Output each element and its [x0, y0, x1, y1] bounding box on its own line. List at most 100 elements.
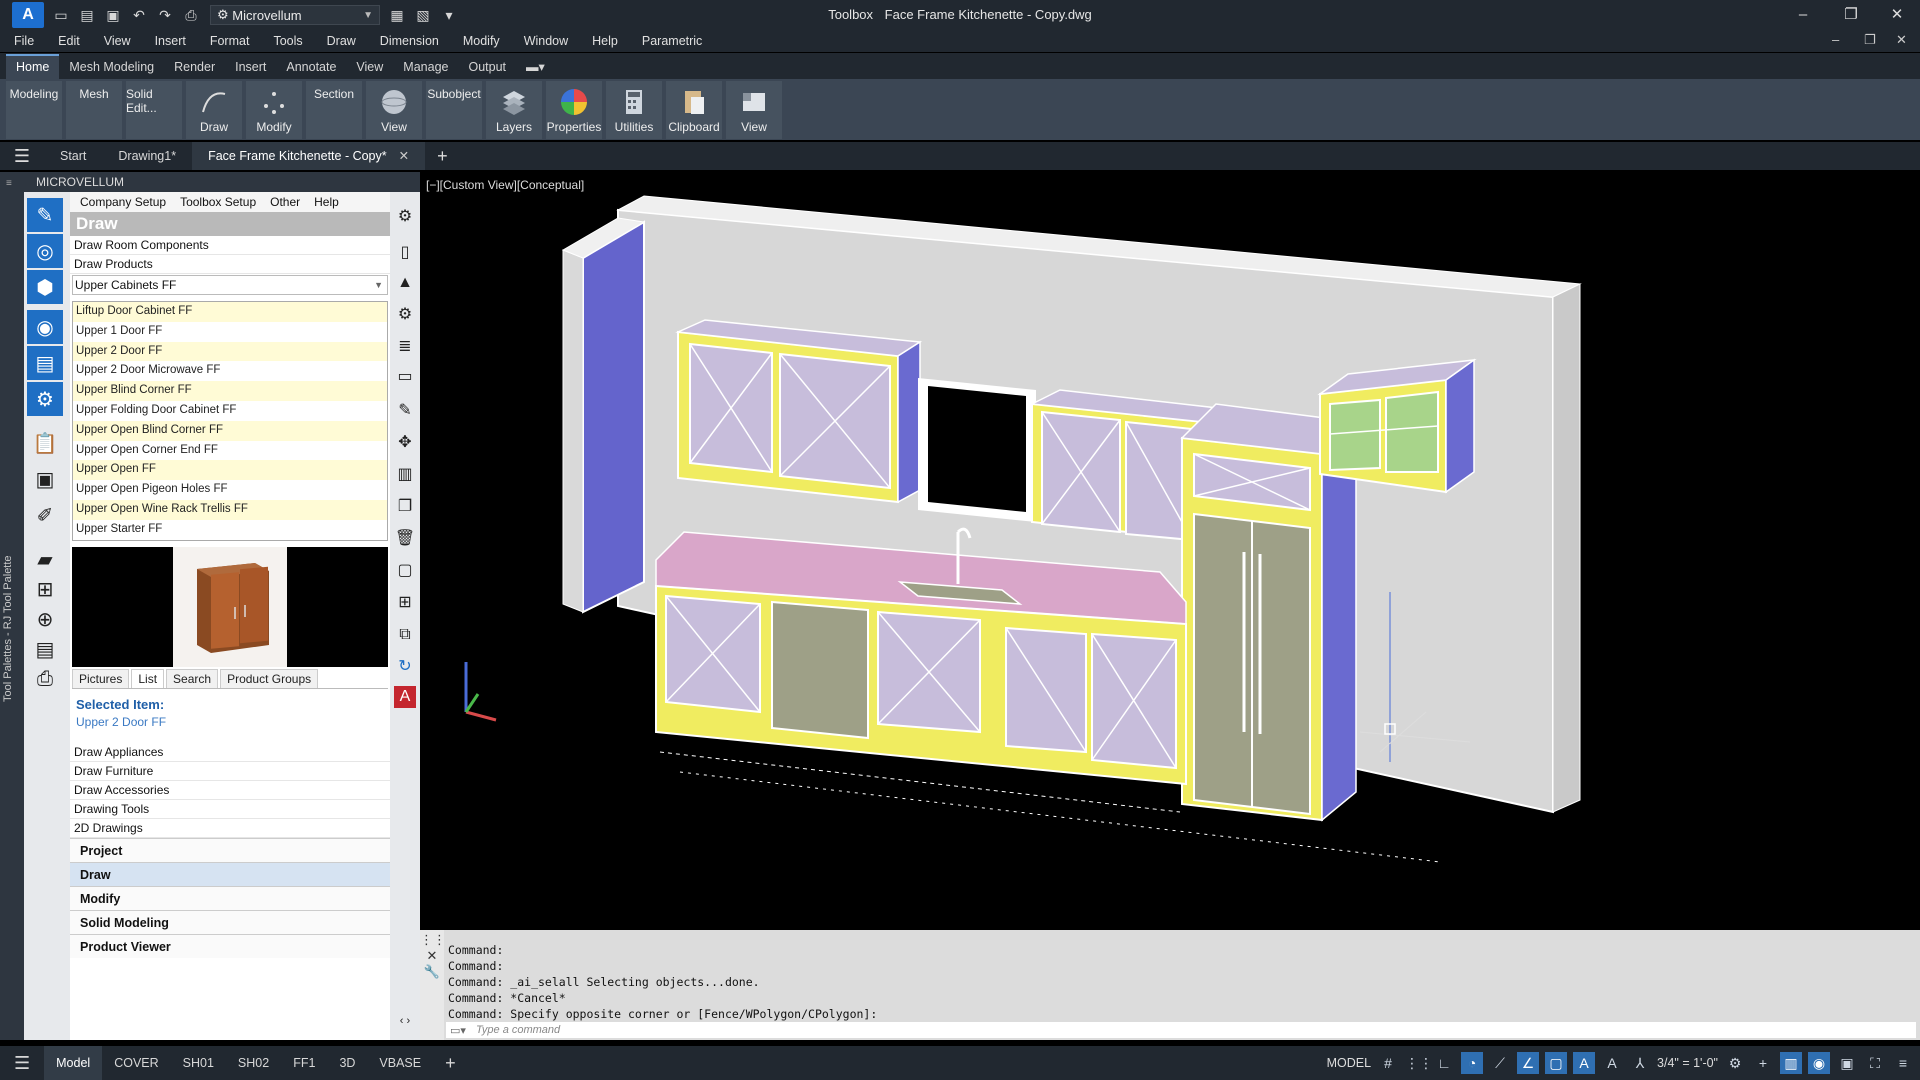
- command-line-handle[interactable]: ⋮⋮ ✕ 🔧: [420, 930, 446, 1040]
- object-snap-icon[interactable]: ▢: [1545, 1052, 1568, 1074]
- doc-restore-icon[interactable]: ❐: [1864, 32, 1876, 48]
- document-icon[interactable]: ▯: [394, 242, 416, 264]
- ribbon-properties-button[interactable]: Properties: [546, 81, 602, 139]
- layout-icon[interactable]: ▥: [394, 464, 416, 486]
- app-logo-icon[interactable]: A: [12, 2, 44, 28]
- list-item[interactable]: Upper Starter FF: [73, 519, 387, 540]
- view-controls-label[interactable]: [−][Custom View][Conceptual]: [426, 178, 584, 192]
- menu-other[interactable]: Other: [270, 195, 300, 209]
- refresh-icon[interactable]: ↻: [394, 656, 416, 678]
- doc-tab-drawing1[interactable]: Drawing1*: [102, 142, 192, 170]
- pdf-icon[interactable]: A: [394, 686, 416, 708]
- page-icon[interactable]: ▭: [394, 366, 416, 388]
- draw-appliances-link[interactable]: Draw Appliances: [70, 743, 390, 762]
- menu-file[interactable]: File: [14, 34, 34, 48]
- command-input[interactable]: ▭▾ Type a command: [446, 1022, 1916, 1038]
- menu-format[interactable]: Format: [210, 34, 250, 48]
- layout-tab-sh02[interactable]: SH02: [226, 1046, 281, 1080]
- clean-screen-icon[interactable]: ⛶: [1864, 1052, 1886, 1074]
- pen-icon[interactable]: ✎: [394, 400, 416, 422]
- product-category-dropdown[interactable]: Upper Cabinets FF ▼: [72, 275, 388, 295]
- clipboard-list-icon[interactable]: 📋: [27, 426, 63, 460]
- snap-icon[interactable]: ⋮⋮: [1405, 1052, 1433, 1074]
- menu-palette-help[interactable]: Help: [314, 195, 339, 209]
- settings-cog-icon[interactable]: ⚙: [394, 304, 416, 326]
- printer-icon[interactable]: ⎙: [27, 662, 63, 696]
- menu-view[interactable]: View: [104, 34, 131, 48]
- command-prompt-icon[interactable]: ▭▾: [446, 1024, 476, 1037]
- close-tab-icon[interactable]: ✕: [399, 149, 409, 163]
- menu-toolbox-setup[interactable]: Toolbox Setup: [180, 195, 256, 209]
- draw-furniture-link[interactable]: Draw Furniture: [70, 762, 390, 781]
- ribbon-modify-button[interactable]: Modify: [246, 81, 302, 139]
- ribbon-tab-annotate[interactable]: Annotate: [276, 56, 346, 79]
- annotation-visibility-icon[interactable]: A: [1573, 1052, 1596, 1074]
- list-item[interactable]: Upper Open FF: [73, 460, 387, 481]
- annotation-scale-icon[interactable]: ⅄: [1629, 1052, 1651, 1074]
- doc-tab-face-frame[interactable]: Face Frame Kitchenette - Copy* ✕: [192, 142, 426, 170]
- ribbon-tab-render[interactable]: Render: [164, 56, 225, 79]
- add-layout-plus-icon[interactable]: +: [433, 1046, 468, 1080]
- publish-icon[interactable]: ▧: [414, 6, 432, 24]
- grip-icon[interactable]: ⋮⋮: [420, 932, 446, 948]
- menu-tools[interactable]: Tools: [273, 34, 302, 48]
- section-project[interactable]: Project: [70, 838, 390, 862]
- workspace-select[interactable]: ⚙ Microvellum ▼: [210, 5, 380, 25]
- spiral-icon[interactable]: ◎: [27, 234, 63, 268]
- ribbon-tab-home[interactable]: Home: [6, 54, 60, 79]
- list-icon[interactable]: ≣: [394, 336, 416, 358]
- menu-company-setup[interactable]: Company Setup: [80, 195, 166, 209]
- tree-icon[interactable]: ⊞: [27, 572, 63, 606]
- undo-icon[interactable]: ↶: [130, 6, 148, 24]
- ribbon-tab-output[interactable]: Output: [458, 56, 516, 79]
- ribbon-draw-button[interactable]: Draw: [186, 81, 242, 139]
- close-command-icon[interactable]: ✕: [420, 948, 444, 964]
- draw-room-components-link[interactable]: Draw Room Components: [70, 236, 390, 255]
- minimize-window-icon[interactable]: –: [1786, 4, 1820, 26]
- close-window-icon[interactable]: ✕: [1880, 4, 1914, 26]
- customize-qat-icon[interactable]: ▾: [440, 6, 458, 24]
- settings-gear-icon[interactable]: ⚙: [27, 382, 63, 416]
- cube-icon[interactable]: ⬢: [27, 270, 63, 304]
- open-folder-icon[interactable]: ▤: [78, 6, 96, 24]
- ribbon-tab-mesh-modeling[interactable]: Mesh Modeling: [59, 56, 164, 79]
- drawing-tools-link[interactable]: Drawing Tools: [70, 800, 390, 819]
- restore-window-icon[interactable]: ❐: [1834, 4, 1868, 26]
- palette-grip-icon[interactable]: ≡: [6, 178, 12, 189]
- export-icon[interactable]: ⧉: [394, 624, 416, 646]
- ribbon-layers-button[interactable]: Layers: [486, 81, 542, 139]
- ribbon-tab-view[interactable]: View: [346, 56, 393, 79]
- status-hamburger-icon[interactable]: ☰: [0, 1046, 44, 1080]
- section-product-viewer[interactable]: Product Viewer: [70, 934, 390, 958]
- add-icon[interactable]: +: [1752, 1052, 1774, 1074]
- window-icon[interactable]: ▢: [394, 560, 416, 582]
- ortho-icon[interactable]: ∟: [1433, 1052, 1455, 1074]
- ribbon-tab-manage[interactable]: Manage: [393, 56, 458, 79]
- isodraft-icon[interactable]: ⟋: [1489, 1052, 1511, 1074]
- menu-edit[interactable]: Edit: [58, 34, 80, 48]
- tab-search[interactable]: Search: [166, 669, 219, 688]
- menu-dimension[interactable]: Dimension: [380, 34, 439, 48]
- ribbon-section-button[interactable]: Section: [306, 81, 362, 139]
- layout-tab-cover[interactable]: COVER: [102, 1046, 170, 1080]
- clipboard-pen-icon[interactable]: ✐: [27, 498, 63, 532]
- hamburger-menu-icon[interactable]: ☰: [0, 146, 44, 167]
- doc-minimize-icon[interactable]: –: [1832, 32, 1839, 47]
- draw-accessories-link[interactable]: Draw Accessories: [70, 781, 390, 800]
- doc-tab-start[interactable]: Start: [44, 142, 102, 170]
- layout-tab-vbase[interactable]: VBASE: [367, 1046, 433, 1080]
- list-item[interactable]: Upper 1 Door FF: [73, 321, 387, 342]
- list-item[interactable]: Upper Open Corner End FF: [73, 440, 387, 461]
- list-item[interactable]: Upper 2 Door Microwave FF: [73, 361, 387, 382]
- trash-icon[interactable]: 🗑: [394, 528, 416, 550]
- units-icon[interactable]: ▥: [1780, 1052, 1802, 1074]
- grid-icon[interactable]: #: [1377, 1052, 1399, 1074]
- ribbon-view-button[interactable]: View: [366, 81, 422, 139]
- list-item[interactable]: Upper Open Wine Rack Trellis FF: [73, 499, 387, 520]
- 2d-drawings-link[interactable]: 2D Drawings: [70, 819, 390, 838]
- redo-icon[interactable]: ↷: [156, 6, 174, 24]
- menu-insert[interactable]: Insert: [155, 34, 186, 48]
- pencil-icon[interactable]: ✎: [27, 198, 63, 232]
- list-item[interactable]: Upper Folding Door Cabinet FF: [73, 400, 387, 421]
- list-item[interactable]: Upper 2 Door FF: [73, 341, 387, 362]
